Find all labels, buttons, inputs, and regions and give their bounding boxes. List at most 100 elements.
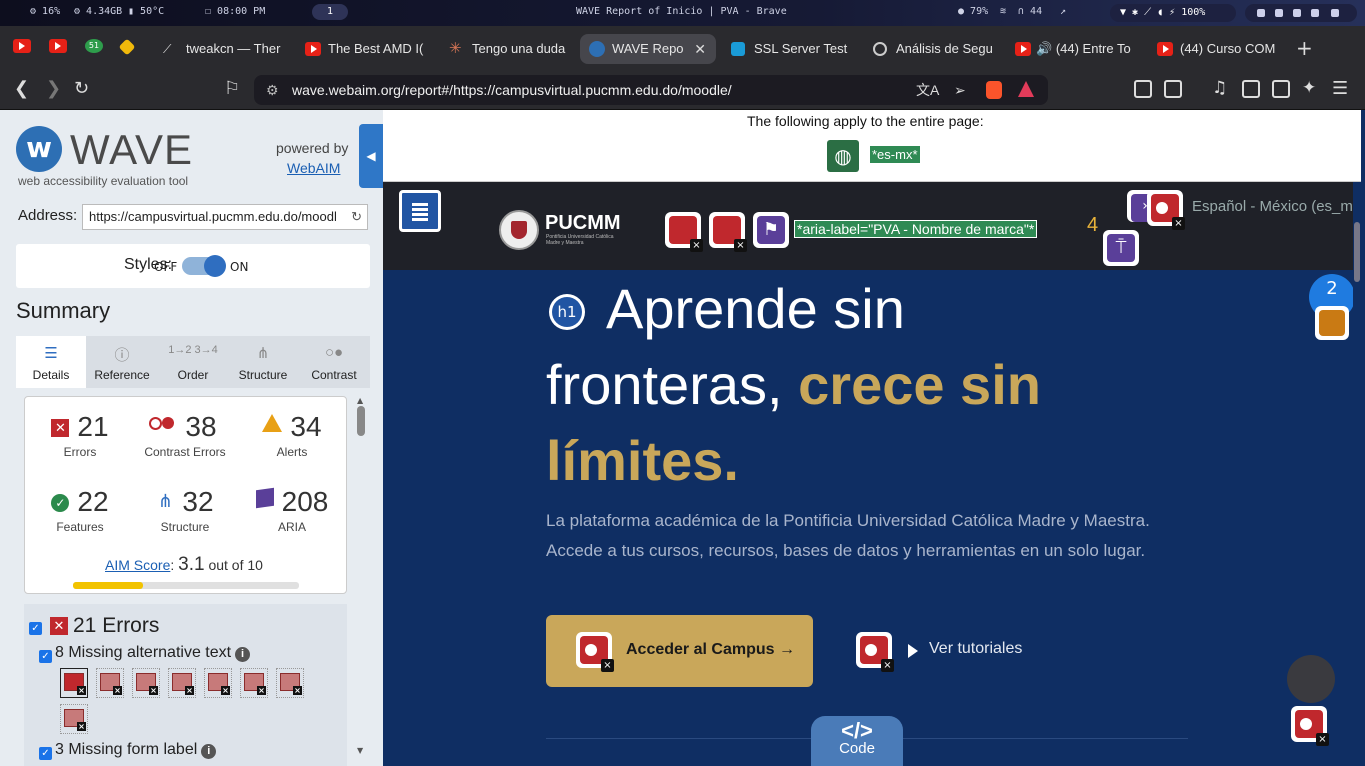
info-icon[interactable]: i bbox=[235, 647, 251, 662]
new-tab-button[interactable]: + bbox=[1296, 36, 1313, 60]
brand-name[interactable]: PUCMM bbox=[545, 212, 621, 235]
document-icon[interactable] bbox=[399, 190, 441, 232]
bookmark-icon[interactable]: ⚐ bbox=[224, 78, 240, 99]
missing-alt-checkbox[interactable]: ✓ bbox=[39, 650, 52, 663]
tab-wave[interactable]: WAVE Repo ✕ bbox=[580, 34, 716, 64]
language-selector[interactable]: Español - México (es_m bbox=[1192, 198, 1353, 215]
aim-score-link[interactable]: AIM Score bbox=[105, 557, 170, 573]
sidebar-icon[interactable] bbox=[1242, 80, 1260, 98]
extensions-icon[interactable] bbox=[1134, 80, 1152, 98]
missing-alt-instance[interactable]: × bbox=[60, 668, 88, 698]
missing-alt-instance[interactable]: × bbox=[276, 668, 304, 698]
power-icon[interactable] bbox=[1331, 9, 1339, 17]
stat-aria[interactable]: 208 ARIA bbox=[237, 486, 347, 534]
sleep-icon[interactable] bbox=[1275, 9, 1283, 17]
brave-shield-icon[interactable] bbox=[986, 81, 1002, 99]
tab-label: Order bbox=[177, 368, 209, 382]
address-input[interactable]: https://campusvirtual.pucmm.edu.do/moodl… bbox=[82, 204, 368, 230]
alert-link-icon[interactable] bbox=[1315, 306, 1349, 340]
wallet-icon[interactable] bbox=[1272, 80, 1290, 98]
brave-rewards-icon[interactable] bbox=[1018, 81, 1034, 97]
power-menu[interactable] bbox=[1245, 4, 1357, 22]
stat-contrast[interactable]: 38 Contrast Errors bbox=[130, 411, 240, 459]
webaim-link[interactable]: WebAIM bbox=[287, 160, 340, 176]
missing-alt-error-icon[interactable] bbox=[665, 212, 703, 252]
back-button[interactable]: ❮ bbox=[14, 78, 29, 99]
aria-tag-icon[interactable]: ⚑ bbox=[753, 212, 789, 248]
error-button-icon[interactable] bbox=[576, 632, 614, 672]
tab-structure[interactable]: ⋔ Structure bbox=[228, 336, 298, 388]
speaker-icon[interactable]: 🔊 bbox=[1036, 41, 1056, 56]
missing-alt-instance[interactable]: × bbox=[204, 668, 232, 698]
missing-alt-instance[interactable]: × bbox=[96, 668, 124, 698]
reboot-icon[interactable] bbox=[1311, 9, 1319, 17]
share-icon[interactable]: ➢ bbox=[954, 75, 966, 105]
collapse-panel-button[interactable]: ◀ bbox=[359, 124, 383, 188]
forward-button[interactable]: ❯ bbox=[46, 78, 61, 99]
page-scroll-thumb[interactable] bbox=[1354, 222, 1360, 282]
page-scrollbar[interactable] bbox=[1353, 182, 1361, 766]
scroll-down-icon[interactable]: ▼ bbox=[357, 746, 363, 755]
tab-reference[interactable]: ⓘ Reference bbox=[87, 336, 157, 388]
brand-subtitle: Pontificia Universidad Católica Madre y … bbox=[546, 234, 614, 246]
stat-errors[interactable]: ✕ 21 Errors bbox=[25, 411, 135, 459]
missing-alt-instance[interactable]: × bbox=[168, 668, 196, 698]
tab-ssl[interactable]: SSL Server Test bbox=[722, 34, 854, 64]
translate-icon[interactable]: 文A bbox=[916, 75, 939, 105]
missing-alt-instance[interactable]: × bbox=[60, 704, 88, 734]
errors-heading[interactable]: ✕ 21 Errors bbox=[50, 614, 159, 638]
tab-entre[interactable]: 🔊 (44) Entre To bbox=[1006, 34, 1146, 64]
tray[interactable]: ▼ ✱ ⟋ ◖ ⚡ 100% bbox=[1110, 4, 1236, 22]
reload-button[interactable]: ↻ bbox=[74, 78, 89, 99]
logout-icon[interactable] bbox=[1293, 9, 1301, 17]
missing-form-item[interactable]: 3 Missing form label i bbox=[55, 741, 217, 759]
missing-alt-error-icon[interactable] bbox=[709, 212, 747, 252]
tab-analisis[interactable]: Análisis de Segu bbox=[864, 34, 996, 64]
stat-structure[interactable]: ⋔ 32 Structure bbox=[130, 486, 240, 534]
error-button-icon[interactable] bbox=[1291, 706, 1329, 746]
floating-action-button[interactable] bbox=[1287, 655, 1335, 703]
scroll-thumb[interactable] bbox=[357, 406, 365, 436]
workspace-indicator[interactable]: 1 bbox=[312, 4, 348, 20]
site-info-icon[interactable]: ⚙ bbox=[266, 75, 279, 105]
error-button-icon[interactable] bbox=[856, 632, 894, 672]
missing-alt-instance[interactable]: × bbox=[240, 668, 268, 698]
missing-alt-instance[interactable]: × bbox=[132, 668, 160, 698]
tab-order[interactable]: 1→2 3→4 Order bbox=[158, 336, 228, 388]
stat-features[interactable]: ✓ 22 Features bbox=[25, 486, 135, 534]
aria-icon[interactable]: › bbox=[1127, 190, 1159, 222]
missing-alt-item[interactable]: 8 Missing alternative text i bbox=[55, 644, 251, 662]
aria-menu-icon[interactable]: ⍑ bbox=[1103, 230, 1139, 266]
tab-amd[interactable]: The Best AMD I( bbox=[296, 34, 436, 64]
media-icon[interactable]: ♫ bbox=[1212, 78, 1227, 98]
reader-icon[interactable] bbox=[1164, 80, 1182, 98]
scroll-up-icon[interactable]: ▲ bbox=[357, 396, 363, 405]
stat-alerts[interactable]: 34 Alerts bbox=[237, 411, 347, 459]
info-icon[interactable]: i bbox=[201, 744, 217, 759]
menu-icon[interactable]: ☰ bbox=[1332, 78, 1348, 99]
tutorials-link[interactable]: Ver tutoriales bbox=[929, 640, 1022, 658]
page-wide-annotations: The following apply to the entire page: … bbox=[383, 110, 1361, 182]
tab-contrast[interactable]: ○● Contrast bbox=[299, 336, 369, 388]
refresh-icon[interactable]: ↻ bbox=[351, 205, 362, 229]
missing-form-checkbox[interactable]: ✓ bbox=[39, 747, 52, 760]
pinned-tab-youtube-1[interactable] bbox=[13, 39, 31, 53]
access-campus-button[interactable]: Acceder al Campus → bbox=[546, 615, 813, 687]
pinned-tab-counter[interactable]: 51 bbox=[85, 39, 103, 53]
tab-claude[interactable]: ✳ Tengo una duda bbox=[440, 34, 576, 64]
leo-icon[interactable]: ✦ bbox=[1302, 78, 1316, 98]
pinned-tab-binance[interactable] bbox=[118, 38, 136, 56]
panel-scrollbar[interactable]: ▲ ▼ bbox=[355, 396, 367, 758]
close-icon[interactable]: ✕ bbox=[694, 34, 706, 64]
language-globe-icon[interactable]: ◍ bbox=[827, 140, 859, 172]
tab-details[interactable]: ☰ Details bbox=[16, 336, 86, 388]
tab-curso[interactable]: (44) Curso COM bbox=[1148, 34, 1284, 64]
address-bar[interactable]: ⚙ wave.webaim.org/report#/https://campus… bbox=[254, 75, 1048, 105]
tab-tweakcn[interactable]: ⟋ tweakcn — Ther bbox=[154, 34, 292, 64]
errors-checkbox[interactable]: ✓ bbox=[29, 622, 42, 635]
styles-switch[interactable] bbox=[182, 255, 226, 277]
heading-badge-icon[interactable]: h1 bbox=[549, 294, 585, 330]
code-toggle-button[interactable]: </> Code bbox=[811, 716, 903, 766]
lock-icon[interactable] bbox=[1257, 9, 1265, 17]
pinned-tab-youtube-2[interactable] bbox=[49, 39, 67, 53]
